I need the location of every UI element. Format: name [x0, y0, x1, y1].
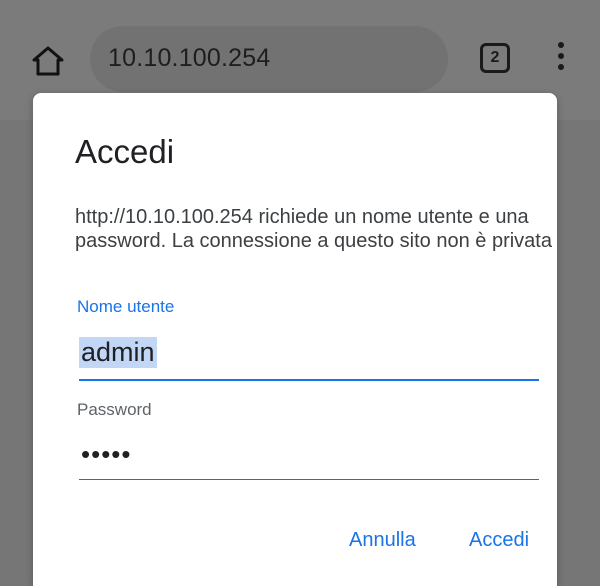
password-field[interactable]: •••••: [79, 431, 539, 480]
username-value: admin: [79, 337, 157, 368]
username-field[interactable]: admin: [79, 331, 539, 381]
dialog-message: http://10.10.100.254 richiede un nome ut…: [75, 206, 552, 252]
home-icon[interactable]: [30, 43, 66, 79]
address-bar-url: 10.10.100.254: [108, 44, 271, 72]
screen: 10.10.100.254 2 Accedi http://10.10.100.…: [0, 0, 600, 586]
cancel-button[interactable]: Annulla: [343, 525, 422, 556]
username-label: Nome utente: [77, 297, 175, 316]
password-value: •••••: [81, 439, 132, 469]
tab-switcher-button[interactable]: 2: [480, 43, 510, 73]
tab-count: 2: [490, 49, 500, 66]
login-button[interactable]: Accedi: [463, 525, 535, 556]
dialog-title: Accedi: [75, 133, 175, 170]
login-dialog: Accedi http://10.10.100.254 richiede un …: [33, 93, 557, 586]
address-bar[interactable]: 10.10.100.254: [90, 26, 448, 92]
more-vert-icon[interactable]: [554, 42, 568, 76]
password-label: Password: [77, 400, 152, 419]
